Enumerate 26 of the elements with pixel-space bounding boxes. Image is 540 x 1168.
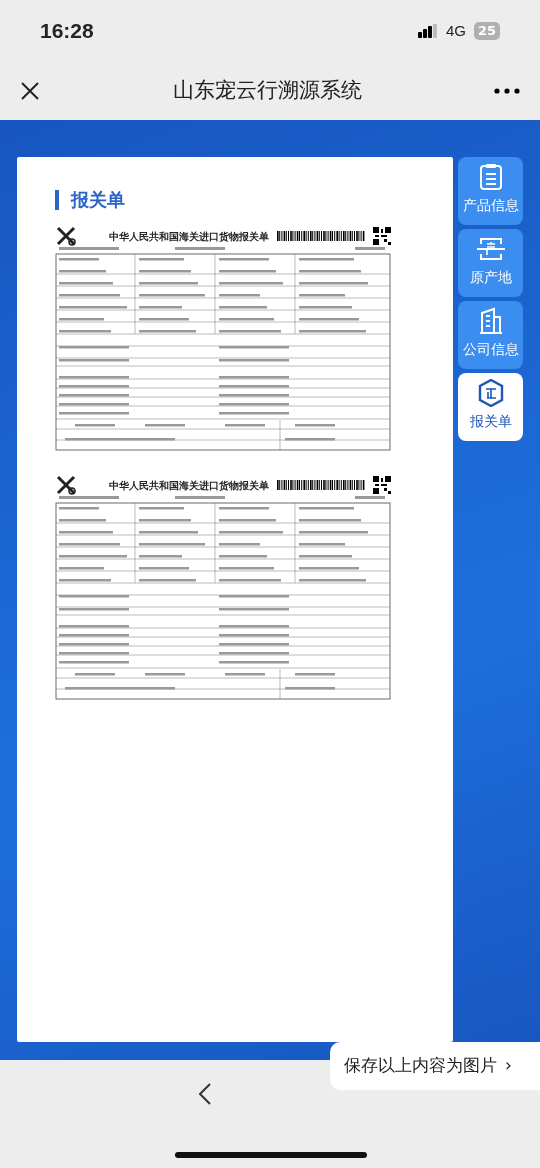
- side-tab[interactable]: 报关单: [458, 373, 523, 441]
- status-time: 16:28: [40, 18, 94, 45]
- page-title: 山东宠云行溯源系统: [172, 77, 362, 105]
- barcode-icon: [277, 231, 365, 241]
- signal-icon: [417, 24, 438, 38]
- customs-logo-icon: [55, 475, 77, 495]
- more-icon[interactable]: [494, 88, 520, 94]
- section-title: 报关单: [55, 190, 453, 210]
- side-tab[interactable]: 原产地: [458, 229, 523, 297]
- back-icon[interactable]: [198, 1082, 212, 1106]
- certificate-shield-icon: [477, 379, 504, 407]
- document-title: 中华人民共和国海关进口货物报关单: [109, 478, 269, 493]
- clipboard-icon: [478, 163, 503, 191]
- document-title: 中华人民共和国海关进口货物报关单: [109, 229, 269, 244]
- save-as-image-button[interactable]: 保存以上内容为图片 ›: [330, 1042, 540, 1090]
- close-icon[interactable]: [20, 81, 40, 101]
- customs-logo-icon: [55, 226, 77, 246]
- qr-code-icon: [373, 476, 391, 494]
- barcode-icon: [277, 480, 365, 490]
- building-icon: [477, 307, 504, 335]
- network-label: 4G: [445, 20, 466, 41]
- qr-code-icon: [373, 227, 391, 245]
- battery-level: 25: [473, 22, 500, 40]
- side-tab[interactable]: 公司信息: [458, 301, 523, 369]
- scan-origin-icon: [475, 235, 506, 263]
- side-tab[interactable]: 产品信息: [458, 157, 523, 225]
